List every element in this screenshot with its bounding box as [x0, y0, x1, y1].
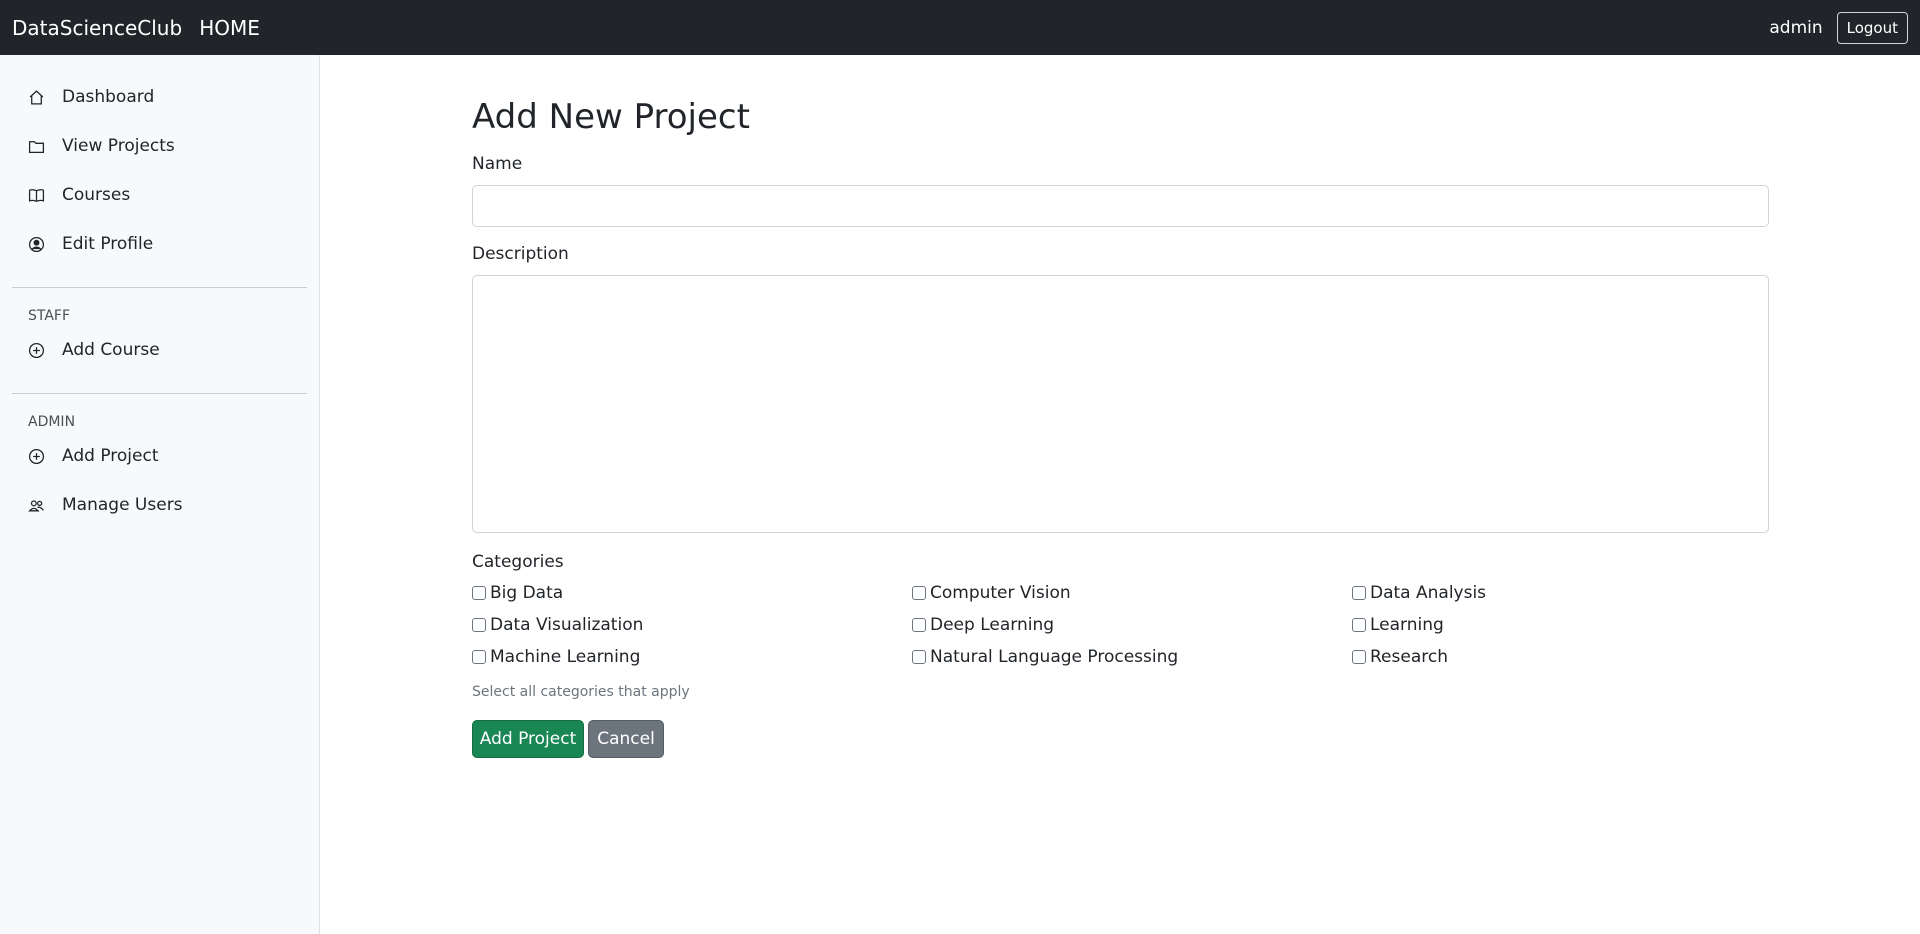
sidebar-item-label: Courses [62, 185, 131, 205]
book-icon [28, 188, 45, 202]
person-circle-icon [28, 236, 45, 252]
category-label: Learning [1370, 615, 1444, 635]
sidebar-item-label: Add Project [62, 446, 159, 466]
admin-heading: ADMIN [28, 414, 76, 430]
cancel-button[interactable]: Cancel [588, 720, 664, 758]
checkbox[interactable] [912, 586, 926, 600]
checkbox[interactable] [472, 586, 486, 600]
house-icon [29, 89, 44, 105]
people-icon [28, 499, 44, 511]
sidebar-item-view-projects[interactable]: View Projects [28, 133, 175, 159]
categories-help-text: Select all categories that apply [472, 684, 690, 700]
category-label: Research [1370, 647, 1448, 667]
category-label: Data Visualization [490, 615, 644, 635]
logout-button[interactable]: Logout [1836, 11, 1908, 44]
sidebar-item-manage-users[interactable]: Manage Users [28, 492, 183, 518]
staff-heading: STAFF [28, 308, 71, 324]
username-label: admin [1769, 17, 1823, 38]
category-label: Machine Learning [490, 647, 641, 667]
checkbox[interactable] [472, 650, 486, 664]
category-label: Computer Vision [930, 583, 1071, 603]
description-label: Description [472, 244, 569, 264]
sidebar-item-label: Add Course [62, 340, 160, 360]
sidebar-divider [12, 393, 307, 394]
category-checkbox-nlp[interactable]: Natural Language Processing [912, 647, 1178, 667]
brand-link[interactable]: DataScienceClub [12, 16, 182, 40]
plus-circle-icon [28, 448, 45, 464]
sidebar-item-label: Manage Users [62, 495, 183, 515]
category-label: Deep Learning [930, 615, 1055, 635]
category-checkbox-research[interactable]: Research [1352, 647, 1448, 667]
categories-label: Categories [472, 552, 564, 572]
sidebar-item-label: Dashboard [62, 87, 155, 107]
page-title: Add New Project [472, 97, 750, 137]
folder-icon [28, 140, 45, 153]
user-area: admin Logout [1769, 0, 1908, 55]
sidebar-divider [12, 287, 307, 288]
category-checkbox-data-visualization[interactable]: Data Visualization [472, 615, 643, 635]
checkbox[interactable] [472, 618, 486, 632]
sidebar-item-add-project[interactable]: Add Project [28, 443, 158, 469]
category-checkbox-big-data[interactable]: Big Data [472, 583, 563, 603]
sidebar-item-add-course[interactable]: Add Course [28, 337, 160, 363]
name-label: Name [472, 154, 523, 174]
sidebar: Dashboard View Projects Courses Edit Pro… [0, 55, 320, 934]
top-navbar: DataScienceClub HOME admin Logout [0, 0, 1920, 55]
category-checkbox-computer-vision[interactable]: Computer Vision [912, 583, 1071, 603]
description-textarea[interactable] [472, 275, 1769, 533]
name-input[interactable] [472, 185, 1769, 227]
category-checkbox-data-analysis[interactable]: Data Analysis [1352, 583, 1486, 603]
category-label: Data Analysis [1370, 583, 1487, 603]
home-link[interactable]: HOME [199, 16, 260, 40]
category-checkbox-deep-learning[interactable]: Deep Learning [912, 615, 1054, 635]
category-label: Big Data [490, 583, 564, 603]
sidebar-item-label: View Projects [62, 136, 175, 156]
checkbox[interactable] [1352, 618, 1366, 632]
category-checkbox-learning[interactable]: Learning [1352, 615, 1444, 635]
add-project-button[interactable]: Add Project [472, 720, 584, 758]
checkbox[interactable] [912, 618, 926, 632]
sidebar-item-courses[interactable]: Courses [28, 182, 130, 208]
sidebar-item-label: Edit Profile [62, 234, 154, 254]
sidebar-item-dashboard[interactable]: Dashboard [28, 84, 154, 110]
checkbox[interactable] [1352, 650, 1366, 664]
category-checkbox-machine-learning[interactable]: Machine Learning [472, 647, 640, 667]
checkbox[interactable] [1352, 586, 1366, 600]
sidebar-item-edit-profile[interactable]: Edit Profile [28, 231, 153, 257]
category-label: Natural Language Processing [930, 647, 1179, 667]
checkbox[interactable] [912, 650, 926, 664]
plus-circle-icon [28, 342, 45, 358]
